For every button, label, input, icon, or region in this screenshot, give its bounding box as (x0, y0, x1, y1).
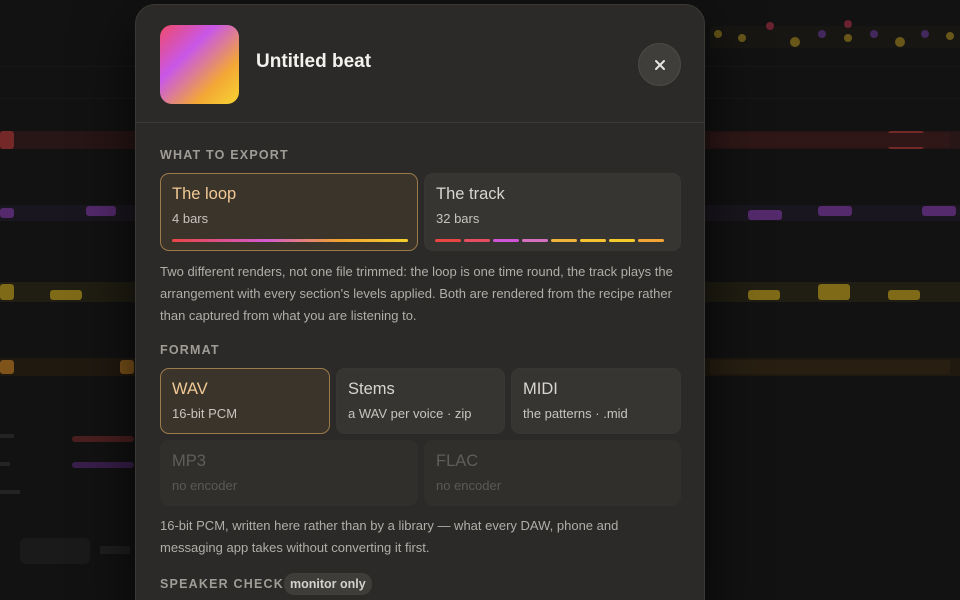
format-option-name: MP3 (172, 452, 206, 470)
track-section-bars (435, 239, 664, 242)
format-description: 16-bit PCM, written here rather than by … (160, 518, 619, 555)
export-option-detail: 32 bars (436, 211, 480, 226)
export-option-loop[interactable]: The loop 4 bars (160, 173, 418, 251)
format-section-label: FORMAT (160, 343, 220, 357)
export-description: Two different renders, not one file trim… (160, 264, 673, 323)
monitor-only-badge: monitor only (284, 573, 372, 595)
format-option-name: FLAC (436, 452, 479, 470)
format-option-detail: a WAV per voice · zip (348, 406, 472, 421)
track-section-segment (493, 239, 519, 242)
loop-color-bar (172, 239, 408, 242)
format-option-flac: FLAC no encoder (424, 440, 681, 506)
export-option-name: The track (436, 185, 505, 203)
track-section-segment (522, 239, 548, 242)
beat-cover-art (160, 25, 239, 104)
dialog-title: Untitled beat (256, 51, 372, 72)
dialog-header: Untitled beat (136, 5, 704, 123)
export-dialog: Untitled beat WHAT TO EXPORT The loop 4 … (135, 4, 705, 600)
format-option-name: MIDI (523, 380, 558, 398)
format-option-detail: the patterns · .mid (523, 406, 628, 421)
track-section-segment (435, 239, 461, 242)
format-option-detail: no encoder (436, 478, 502, 493)
close-icon (654, 59, 665, 70)
export-option-track[interactable]: The track 32 bars (424, 173, 681, 251)
format-option-name: Stems (348, 380, 395, 398)
speaker-section-label: SPEAKER CHECK (160, 577, 284, 591)
track-section-segment (551, 239, 577, 242)
format-option-midi[interactable]: MIDI the patterns · .mid (511, 368, 681, 434)
track-section-segment (464, 239, 490, 242)
format-option-mp3: MP3 no encoder (160, 440, 418, 506)
format-option-stems[interactable]: Stems a WAV per voice · zip (336, 368, 505, 434)
track-section-segment (609, 239, 635, 242)
close-button[interactable] (638, 43, 681, 86)
track-section-segment (580, 239, 606, 242)
export-option-detail: 4 bars (172, 211, 209, 226)
format-option-name: WAV (172, 380, 208, 398)
format-option-detail: no encoder (172, 478, 238, 493)
export-section-label: WHAT TO EXPORT (160, 148, 289, 162)
format-option-wav[interactable]: WAV 16-bit PCM (160, 368, 330, 434)
format-option-detail: 16-bit PCM (172, 406, 238, 421)
export-option-name: The loop (172, 185, 237, 203)
track-section-segment (638, 239, 664, 242)
